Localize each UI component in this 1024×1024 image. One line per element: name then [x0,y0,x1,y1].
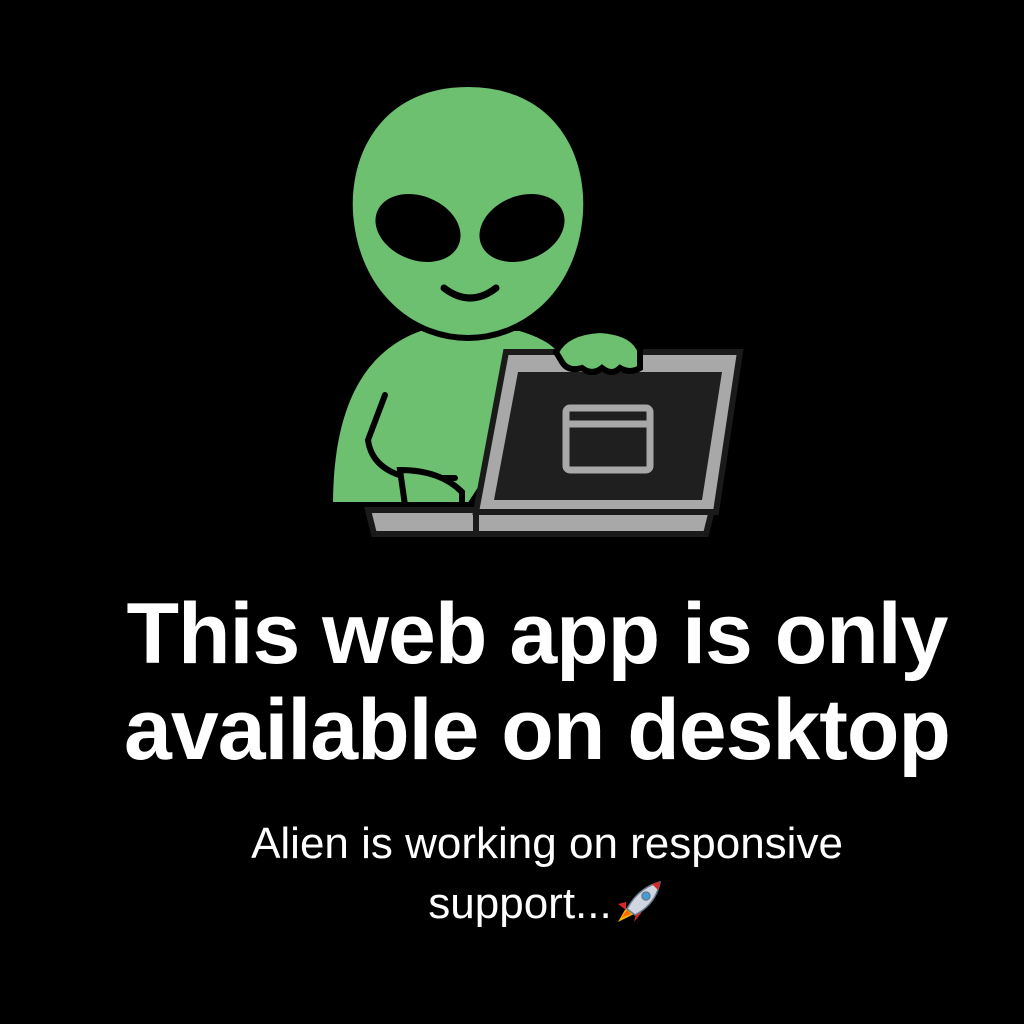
page-title: This web app is only available on deskto… [0,586,1024,778]
page-title-line-1: This web app is only [126,586,948,682]
page-title-line-2: available on desktop [124,682,951,778]
alien-with-laptop-icon [326,80,744,537]
status-message-line-1: Alien is working on responsive [251,819,843,868]
laptop-screen [494,372,722,500]
status-message: Alien is working on responsive support..… [0,814,1024,934]
status-message-line-2: support... [70,874,1024,934]
status-message-line-2-text: support... [428,879,612,928]
desktop-only-page: This web app is only available on deskto… [0,0,1024,1024]
rocket-icon [617,880,661,922]
alien-upper-hand [552,326,643,375]
